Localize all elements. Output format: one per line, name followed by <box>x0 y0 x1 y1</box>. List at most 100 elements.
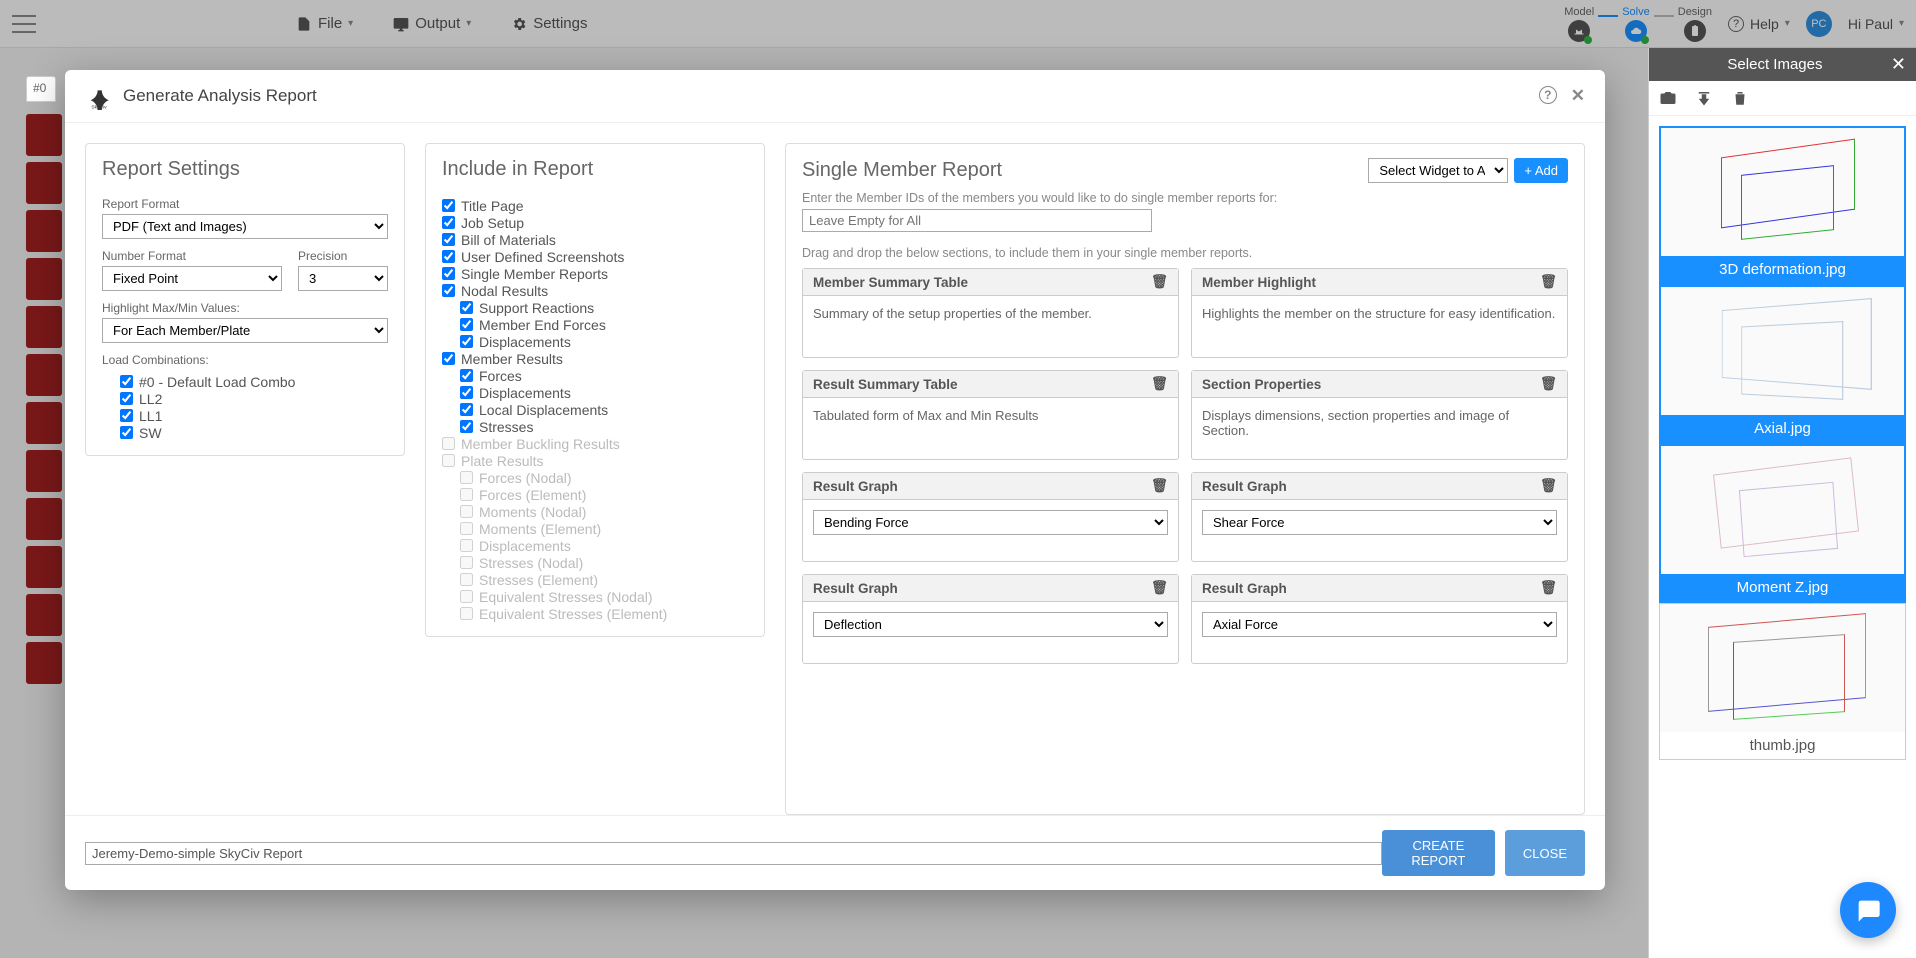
image-list: 3D deformation.jpgAxial.jpg Moment Z.jpgt… <box>1649 116 1916 958</box>
report-widget[interactable]: Result Graph🗑Shear Force <box>1191 472 1568 562</box>
bg-block <box>26 306 62 348</box>
intercom-chat-button[interactable] <box>1840 882 1896 938</box>
include-item[interactable]: Title Page <box>442 197 748 214</box>
report-widget[interactable]: Member Summary Table🗑Summary of the setu… <box>802 268 1179 358</box>
load-combo-item[interactable]: SW <box>120 424 388 441</box>
widget-title: Result Graph <box>813 479 898 494</box>
load-combo-item[interactable]: LL2 <box>120 390 388 407</box>
number-format-select[interactable]: Fixed Point <box>102 266 282 291</box>
checkbox[interactable] <box>442 284 455 297</box>
camera-icon[interactable] <box>1659 89 1677 107</box>
format-select[interactable]: PDF (Text and Images) <box>102 214 388 239</box>
include-item: Equivalent Stresses (Nodal) <box>460 588 748 605</box>
include-item[interactable]: Displacements <box>460 333 748 350</box>
widget-graph-select[interactable]: Shear Force <box>1202 510 1557 535</box>
checkbox[interactable] <box>442 250 455 263</box>
side-panel-actions <box>1649 81 1916 116</box>
modal-close-icon[interactable]: ✕ <box>1571 86 1585 106</box>
precision-select[interactable]: 3 <box>298 266 388 291</box>
widget-graph-select[interactable]: Bending Force <box>813 510 1168 535</box>
image-item[interactable]: thumb.jpg <box>1659 603 1906 760</box>
checkbox[interactable] <box>120 375 133 388</box>
include-item[interactable]: User Defined Screenshots <box>442 248 748 265</box>
create-report-button[interactable]: CREATE REPORT <box>1382 830 1495 876</box>
format-label: Report Format <box>102 197 388 211</box>
checkbox[interactable] <box>460 335 473 348</box>
include-item[interactable]: Stresses <box>460 418 748 435</box>
include-item[interactable]: Member End Forces <box>460 316 748 333</box>
checkbox[interactable] <box>442 352 455 365</box>
image-preview <box>1661 287 1904 415</box>
report-widget[interactable]: Member Highlight🗑Highlights the member o… <box>1191 268 1568 358</box>
include-item[interactable]: Nodal Results <box>442 282 748 299</box>
include-item[interactable]: Support Reactions <box>460 299 748 316</box>
member-ids-input[interactable] <box>802 209 1152 232</box>
include-item[interactable]: Bill of Materials <box>442 231 748 248</box>
checkbox[interactable] <box>442 216 455 229</box>
image-item[interactable]: 3D deformation.jpg <box>1659 126 1906 285</box>
widget-body: Tabulated form of Max and Min Results <box>803 398 1178 433</box>
widget-select[interactable]: Select Widget to Add <box>1368 158 1508 183</box>
checkbox[interactable] <box>120 392 133 405</box>
include-item[interactable]: Local Displacements <box>460 401 748 418</box>
highlight-select[interactable]: For Each Member/Plate <box>102 318 388 343</box>
image-label: Moment Z.jpg <box>1661 574 1904 601</box>
report-widget[interactable]: Result Summary Table 🗑 Tabulated form of M… <box>802 370 1179 460</box>
report-widget[interactable]: Section Properties🗑Displays dimensions, … <box>1191 370 1568 460</box>
side-panel-title: Select Images <box>1727 56 1822 73</box>
widget-graph-select[interactable]: Axial Force <box>1202 612 1557 637</box>
smr-panel: Single Member Report Select Widget to Ad… <box>785 143 1585 815</box>
image-item[interactable]: Axial.jpg <box>1659 285 1906 444</box>
checkbox[interactable] <box>460 386 473 399</box>
checkbox[interactable] <box>460 369 473 382</box>
filename-input[interactable] <box>85 842 1382 865</box>
widget-grid: Member Summary Table🗑Summary of the setu… <box>802 268 1568 664</box>
include-item[interactable]: Member Results <box>442 350 748 367</box>
download-icon[interactable] <box>1695 89 1713 107</box>
widget-body: Displays dimensions, section properties … <box>1192 398 1567 448</box>
include-item[interactable]: Single Member Reports <box>442 265 748 282</box>
checkbox[interactable] <box>120 409 133 422</box>
checkbox[interactable] <box>442 267 455 280</box>
modal-help-icon[interactable]: ? <box>1539 86 1557 104</box>
include-item[interactable]: Job Setup <box>442 214 748 231</box>
checkbox[interactable] <box>460 318 473 331</box>
trash-icon[interactable]: 🗑 <box>1151 274 1168 290</box>
include-heading: Include in Report <box>442 158 748 181</box>
svg-text:SkyCiv: SkyCiv <box>91 105 107 110</box>
include-item: Displacements <box>460 537 748 554</box>
bg-block <box>26 162 62 204</box>
trash-icon[interactable]: 🗑 <box>1540 376 1557 392</box>
checkbox[interactable] <box>442 233 455 246</box>
checkbox[interactable] <box>460 403 473 416</box>
trash-icon[interactable]: 🗑 <box>1540 274 1557 290</box>
widget-graph-select[interactable]: Deflection <box>813 612 1168 637</box>
report-widget[interactable]: Result Graph🗑Deflection <box>802 574 1179 664</box>
include-item[interactable]: Displacements <box>460 384 748 401</box>
checkbox[interactable] <box>442 199 455 212</box>
trash-icon[interactable]: 🗑 <box>1540 478 1557 494</box>
skyciv-logo-icon: SkyCiv <box>85 82 113 110</box>
include-item[interactable]: Forces <box>460 367 748 384</box>
checkbox[interactable] <box>460 420 473 433</box>
trash-icon[interactable]: 🗑 <box>1151 580 1168 596</box>
trash-icon[interactable] <box>1731 89 1749 107</box>
report-widget[interactable]: Result Graph🗑Axial Force <box>1191 574 1568 664</box>
trash-icon[interactable]: 🗑 <box>1151 376 1168 392</box>
load-combo-item[interactable]: #0 - Default Load Combo <box>120 373 388 390</box>
trash-icon[interactable]: 🗑 <box>1151 478 1168 494</box>
close-button[interactable]: CLOSE <box>1505 830 1585 876</box>
report-widget[interactable]: Result Graph 🗑 Bending Force <box>802 472 1179 562</box>
widget-title: Result Summary Table <box>813 377 958 392</box>
enter-ids-hint: Enter the Member IDs of the members you … <box>802 191 1568 205</box>
checkbox <box>460 573 473 586</box>
checkbox[interactable] <box>460 301 473 314</box>
close-icon[interactable]: ✕ <box>1891 54 1906 75</box>
image-item[interactable]: Moment Z.jpg <box>1659 444 1906 603</box>
trash-icon[interactable]: 🗑 <box>1540 580 1557 596</box>
load-combo-item[interactable]: LL1 <box>120 407 388 424</box>
side-panel-header: Select Images ✕ <box>1649 48 1916 81</box>
include-item: Forces (Element) <box>460 486 748 503</box>
checkbox[interactable] <box>120 426 133 439</box>
add-widget-button[interactable]: + Add <box>1514 158 1568 183</box>
